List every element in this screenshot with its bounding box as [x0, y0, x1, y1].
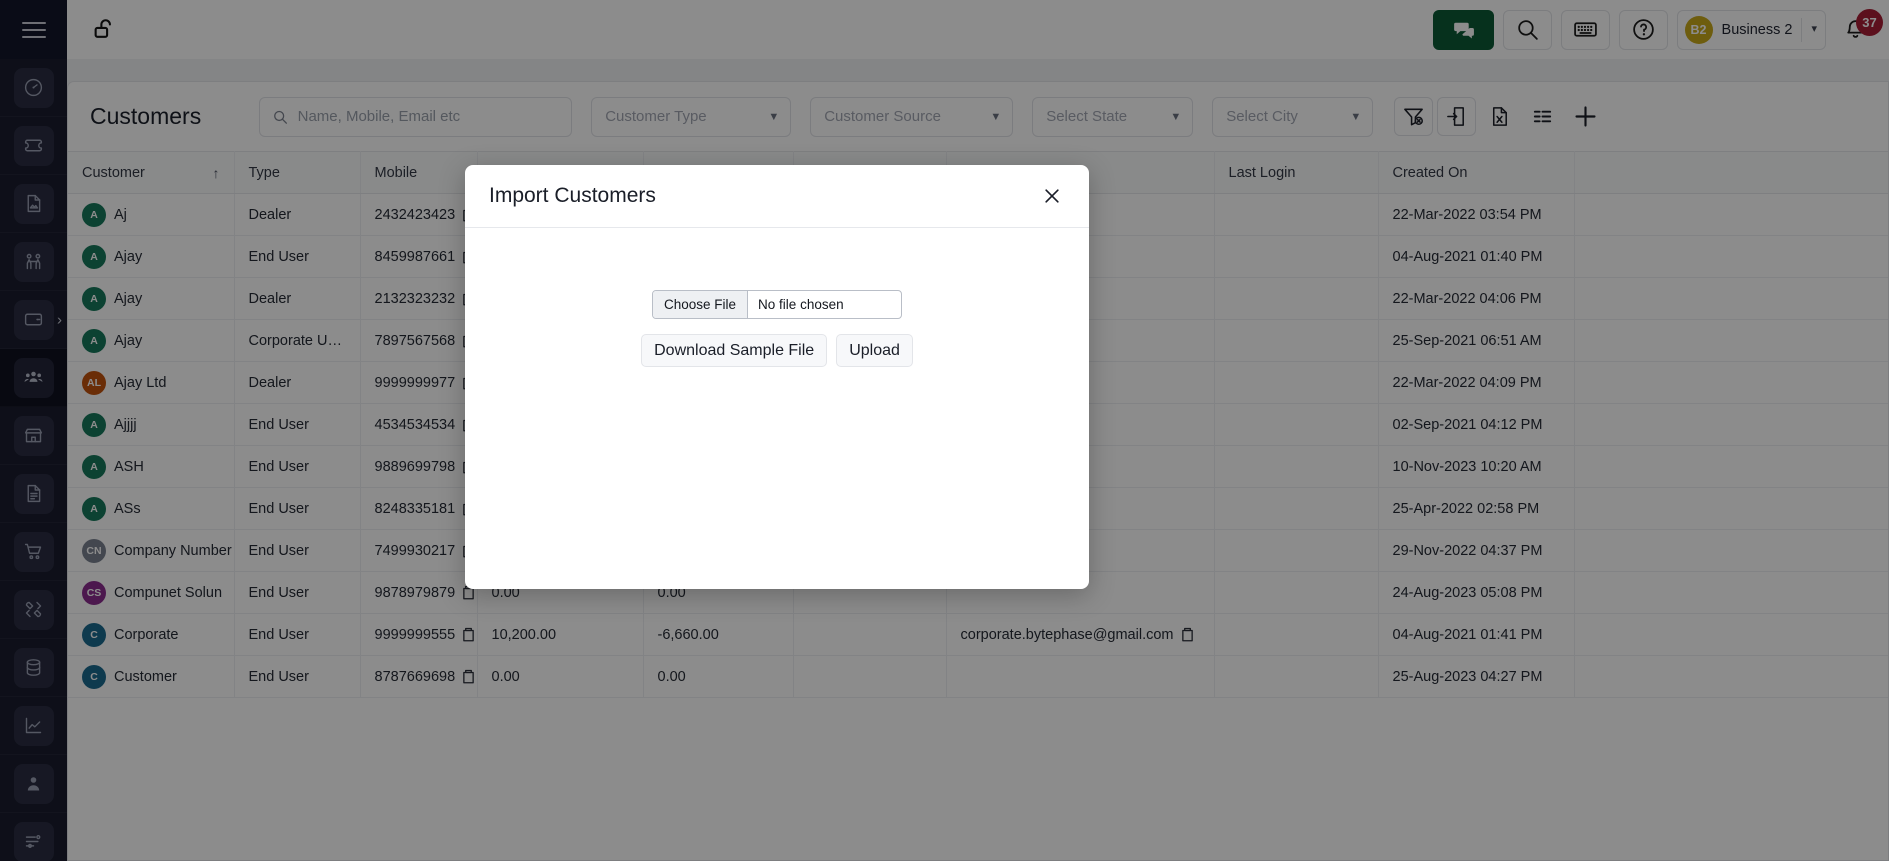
modal-buttons: Download Sample File Upload: [465, 334, 1089, 367]
file-name-label: No file chosen: [758, 297, 844, 312]
close-icon[interactable]: [1037, 181, 1067, 211]
download-sample-file-button[interactable]: Download Sample File: [641, 334, 828, 367]
modal-header: Import Customers: [465, 165, 1089, 228]
app-root: › B2 Business 2 ▾ 37 Customers Name, Mob…: [0, 0, 1889, 861]
modal-body: Choose File No file chosen Download Samp…: [465, 228, 1089, 589]
modal-title: Import Customers: [489, 184, 656, 207]
file-input[interactable]: Choose File No file chosen: [652, 290, 902, 319]
import-customers-modal: Import Customers Choose File No file cho…: [465, 165, 1089, 589]
choose-file-button[interactable]: Choose File: [653, 291, 749, 318]
file-input-row: Choose File No file chosen: [465, 290, 1089, 319]
upload-button[interactable]: Upload: [836, 334, 913, 367]
